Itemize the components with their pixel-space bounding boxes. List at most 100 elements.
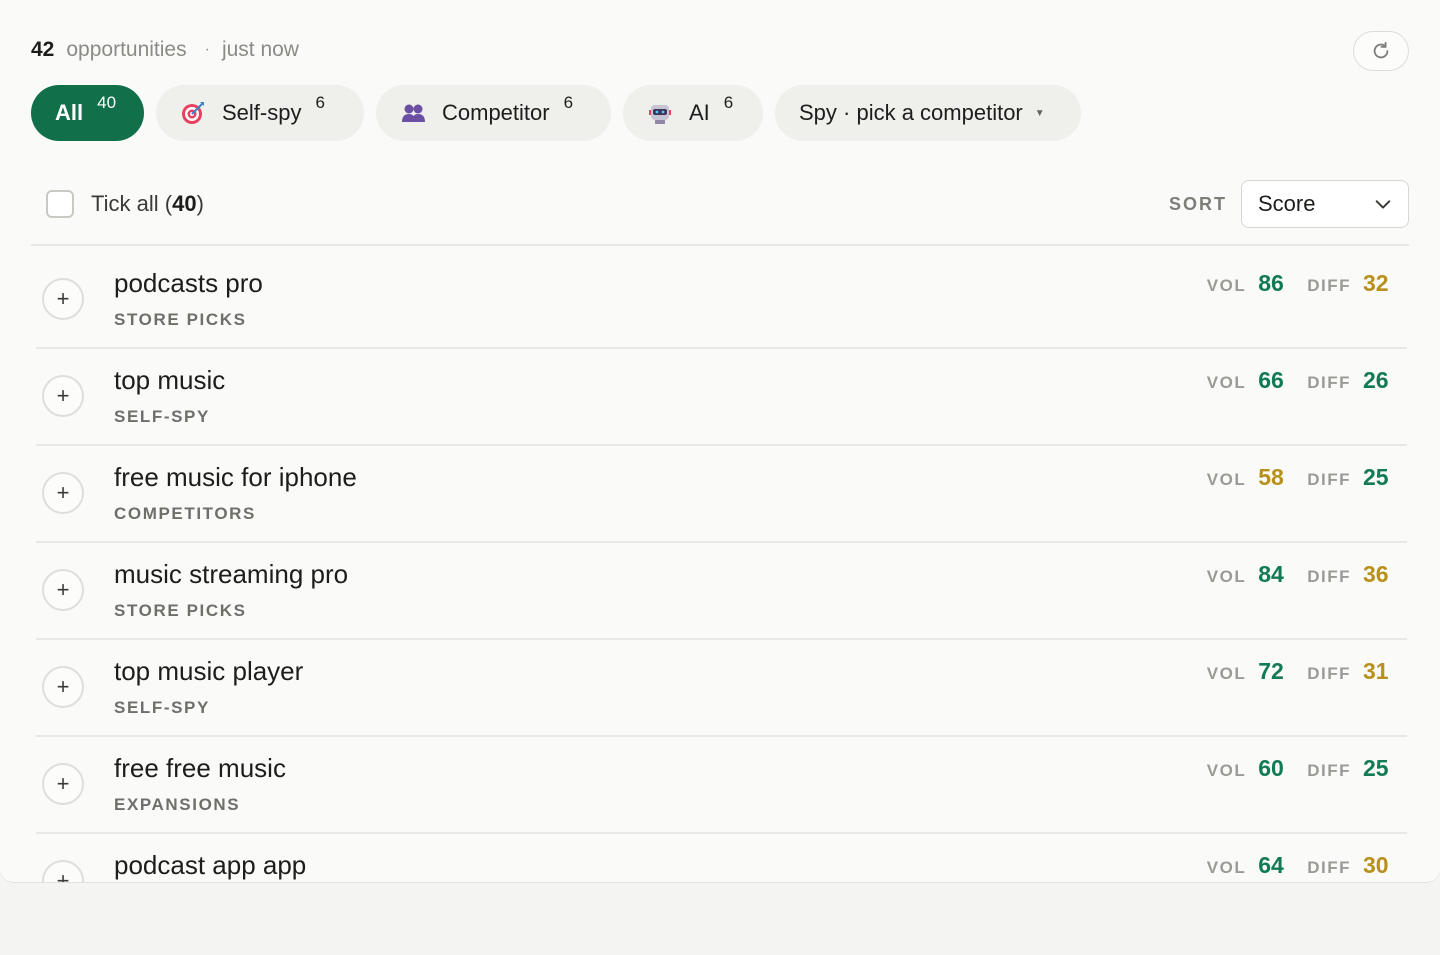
chevron-down-icon xyxy=(1375,200,1391,209)
vol-value: 64 xyxy=(1258,852,1284,878)
diff-label: DIFF xyxy=(1307,567,1351,586)
add-keyword-button[interactable]: + xyxy=(42,278,84,320)
results-header: 42 opportunities · just now xyxy=(31,38,299,62)
filter-chip-count: 40 xyxy=(97,93,117,112)
keyword-source: COMPETITORS xyxy=(114,504,256,523)
keyword-metrics: VOL 58 DIFF 25 xyxy=(1207,464,1393,491)
competitor-picker-dropdown[interactable]: Spy · pick a competitor ▼ xyxy=(775,85,1081,141)
plus-icon: + xyxy=(56,286,70,311)
diff-label: DIFF xyxy=(1307,373,1351,392)
filter-chip-ai[interactable]: AI 6 xyxy=(623,85,763,141)
diff-value: 25 xyxy=(1363,755,1389,781)
diff-value: 36 xyxy=(1363,561,1389,587)
add-keyword-button[interactable]: + xyxy=(42,666,84,708)
diff-value: 25 xyxy=(1363,464,1389,490)
plus-icon: + xyxy=(56,868,70,883)
add-keyword-button[interactable]: + xyxy=(42,375,84,417)
tick-all-checkbox[interactable] xyxy=(46,190,74,218)
sort-select[interactable]: Score xyxy=(1241,180,1409,228)
diff-value: 31 xyxy=(1363,658,1389,684)
vol-value: 58 xyxy=(1258,464,1284,490)
filter-chip-count: 6 xyxy=(723,93,734,112)
keyword-source: SELF-SPY xyxy=(114,698,210,717)
filter-chip-self-spy[interactable]: Self-spy 6 xyxy=(156,85,364,141)
vol-label: VOL xyxy=(1206,858,1247,877)
plus-icon: + xyxy=(56,674,70,699)
filter-chip-label: Competitor xyxy=(442,100,550,125)
keyword-row: + top music SELF-SPY VOL 66 DIFF 26 xyxy=(36,349,1407,446)
opportunity-count-label: opportunities xyxy=(66,38,187,61)
keyword-source: STORE PICKS xyxy=(114,601,247,620)
people-icon xyxy=(402,104,425,122)
opportunity-count: 42 xyxy=(31,38,55,61)
target-icon xyxy=(182,102,204,124)
tick-all-label[interactable]: Tick all (40) xyxy=(91,191,204,217)
header-separator: · xyxy=(204,41,210,58)
tick-all-text: Tick all xyxy=(91,191,159,216)
keyword-metrics: VOL 86 DIFF 32 xyxy=(1207,270,1393,297)
keyword-text: free music for iphone xyxy=(114,462,357,492)
refresh-icon xyxy=(1373,41,1389,59)
plus-icon: + xyxy=(56,383,70,408)
keyword-metrics: VOL 66 DIFF 26 xyxy=(1207,367,1393,394)
add-keyword-button[interactable]: + xyxy=(42,763,84,805)
add-keyword-button[interactable]: + xyxy=(42,569,84,611)
tick-all-count: 40 xyxy=(172,191,197,216)
add-keyword-button[interactable]: + xyxy=(42,472,84,514)
filter-chip-count: 6 xyxy=(563,93,574,112)
keyword-source: SELF-SPY xyxy=(114,407,210,426)
keyword-metrics: VOL 64 DIFF 30 xyxy=(1207,852,1393,879)
vol-label: VOL xyxy=(1206,664,1247,683)
keyword-row: + top music player SELF-SPY VOL 72 DIFF … xyxy=(36,640,1407,737)
robot-icon xyxy=(649,105,671,124)
keyword-metrics: VOL 84 DIFF 36 xyxy=(1207,561,1393,588)
diff-value: 26 xyxy=(1363,367,1389,393)
plus-icon: + xyxy=(56,771,70,796)
keyword-row: + free music for iphone COMPETITORS VOL … xyxy=(36,446,1407,543)
caret-down-icon: ▼ xyxy=(1034,107,1045,119)
filter-chip-count: 6 xyxy=(315,93,325,112)
keyword-metrics: VOL 72 DIFF 31 xyxy=(1207,658,1393,685)
keyword-row: + podcasts pro STORE PICKS VOL 86 DIFF 3… xyxy=(36,252,1407,349)
vol-label: VOL xyxy=(1206,470,1247,489)
keyword-row: + music streaming pro STORE PICKS VOL 84… xyxy=(36,543,1407,640)
sort-value: Score xyxy=(1258,191,1316,216)
sort-label: SORT xyxy=(1168,193,1227,214)
keyword-row: + free free music EXPANSIONS VOL 60 DIFF… xyxy=(36,737,1407,834)
vol-value: 86 xyxy=(1258,270,1284,296)
diff-label: DIFF xyxy=(1307,470,1351,489)
vol-label: VOL xyxy=(1206,761,1247,780)
refresh-button[interactable] xyxy=(1353,31,1409,71)
source-filter-bar: All 40 Self-spy 6 Competitor 6 AI 6 Spy … xyxy=(31,85,1081,141)
add-keyword-button[interactable]: + xyxy=(42,860,84,883)
keyword-text: podcast app app xyxy=(114,850,307,880)
vol-value: 84 xyxy=(1258,561,1284,587)
toolbar-divider xyxy=(31,244,1409,246)
plus-icon: + xyxy=(56,480,70,505)
keyword-source: STORE PICKS xyxy=(114,310,247,329)
list-toolbar: Tick all (40) SORT Score xyxy=(31,180,1409,228)
vol-value: 72 xyxy=(1258,658,1284,684)
vol-label: VOL xyxy=(1206,373,1247,392)
filter-chip-label: Self-spy xyxy=(222,100,302,125)
filter-chip-label: Spy · pick a competitor xyxy=(799,100,1023,125)
keyword-list: + podcasts pro STORE PICKS VOL 86 DIFF 3… xyxy=(36,252,1407,883)
plus-icon: + xyxy=(56,577,70,602)
diff-label: DIFF xyxy=(1307,664,1351,683)
diff-value: 32 xyxy=(1363,270,1389,296)
vol-label: VOL xyxy=(1206,567,1247,586)
keyword-row: + podcast app app VOL 64 DIFF 30 xyxy=(36,834,1407,883)
diff-label: DIFF xyxy=(1307,858,1351,877)
keyword-text: music streaming pro xyxy=(114,559,349,589)
diff-label: DIFF xyxy=(1307,761,1351,780)
diff-label: DIFF xyxy=(1307,276,1351,295)
vol-value: 60 xyxy=(1258,755,1284,781)
keyword-text: free free music xyxy=(114,753,286,783)
last-updated: just now xyxy=(221,38,299,61)
keyword-text: top music xyxy=(114,365,226,395)
keyword-metrics: VOL 60 DIFF 25 xyxy=(1207,755,1393,782)
filter-chip-competitor[interactable]: Competitor 6 xyxy=(376,85,611,141)
keyword-text: top music player xyxy=(114,656,304,686)
vol-label: VOL xyxy=(1206,276,1247,295)
filter-chip-all[interactable]: All 40 xyxy=(31,85,144,141)
